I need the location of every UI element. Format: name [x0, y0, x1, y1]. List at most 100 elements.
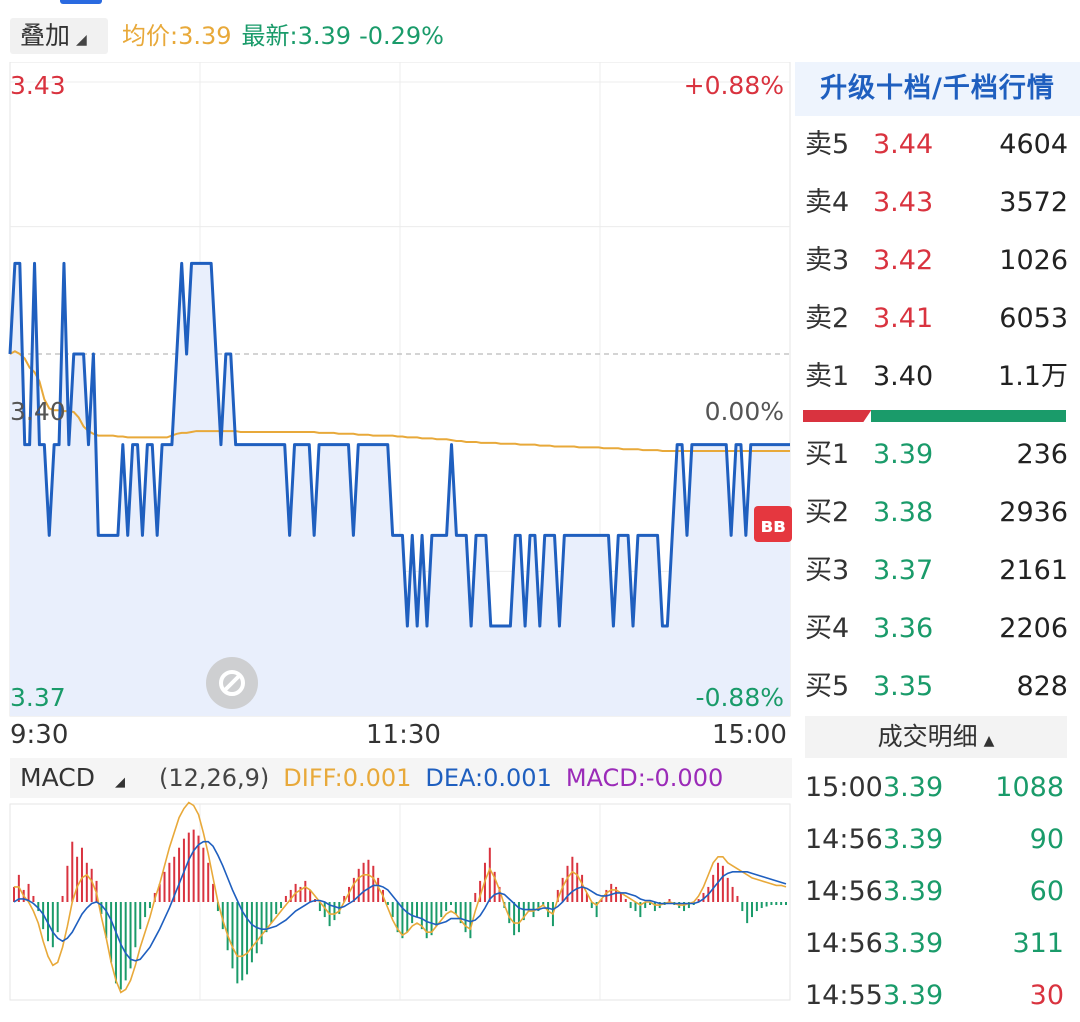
level-label: 买5: [805, 671, 850, 702]
trade-row: 14:55 3.39 30: [795, 970, 1080, 1022]
level-price: 3.44: [873, 129, 934, 160]
ask-level-row[interactable]: 卖4 3.43 3572: [795, 174, 1080, 232]
macd-selector[interactable]: MACD ◢: [10, 763, 145, 792]
macd-grid: [9, 803, 791, 1001]
reset-zoom-icon[interactable]: [206, 657, 258, 709]
level-label: 卖4: [805, 187, 850, 218]
level-price: 3.39: [873, 439, 934, 470]
bid-level-row[interactable]: 买1 3.39 236: [795, 426, 1080, 484]
time-tick-close: 15:00: [712, 720, 787, 750]
level-label: 买4: [805, 613, 850, 644]
ask-level-row[interactable]: 卖2 3.41 6053: [795, 290, 1080, 348]
dropdown-triangle-icon: ◢: [76, 32, 87, 48]
level-label: 卖1: [805, 361, 850, 392]
level-price: 3.40: [873, 361, 934, 392]
active-tab-indicator: [60, 0, 102, 4]
diff-value: DIFF:0.001: [283, 764, 412, 792]
bid-level-row[interactable]: 买4 3.36 2206: [795, 600, 1080, 658]
trade-list: 15:00 3.39 1088 14:56 3.39 90 14:56 3.39 60 14:56…: [795, 762, 1080, 1022]
bid-level-row[interactable]: 买3 3.37 2161: [795, 542, 1080, 600]
change-pct-text: -0.29%: [359, 22, 444, 50]
buy-sell-marker-icon[interactable]: ʙʙ: [754, 506, 792, 542]
dropdown-triangle-icon: ◢: [114, 775, 125, 790]
trade-time: 14:55: [805, 980, 883, 1011]
svg-text:ʙʙ: ʙʙ: [760, 513, 785, 537]
level-price: 3.37: [873, 555, 934, 586]
level-volume: 1026: [999, 245, 1068, 276]
avg-price-text: 均价:3.39: [122, 22, 232, 50]
ask-level-row[interactable]: 卖3 3.42 1026: [795, 232, 1080, 290]
level-label: 卖2: [805, 303, 850, 334]
ask-level-row[interactable]: 卖1 3.40 1.1万: [795, 348, 1080, 406]
level-label: 买2: [805, 497, 850, 528]
trade-time: 14:56: [805, 824, 883, 855]
trade-volume: 60: [1029, 876, 1064, 907]
level-label: 买1: [805, 439, 850, 470]
sell-ratio-fill: [871, 410, 1066, 422]
trade-time: 14:56: [805, 928, 883, 959]
level-volume: 828: [1016, 671, 1068, 702]
ask-level-row[interactable]: 卖5 3.44 4604: [795, 116, 1080, 174]
pct-label-low: -0.88%: [696, 683, 784, 712]
ask-levels: 卖5 3.44 4604 卖4 3.43 3572 卖3 3.42 1026 卖2 3.41 6053…: [795, 116, 1080, 406]
level-label: 买3: [805, 555, 850, 586]
y-label-low: 3.37: [10, 683, 66, 712]
macd-indicator-bar[interactable]: MACD ◢ (12,26,9) DIFF:0.001 DEA:0.001 MACD:-0…: [10, 758, 792, 798]
trade-row: 14:56 3.39 90: [795, 814, 1080, 866]
level-volume: 236: [1016, 439, 1068, 470]
y-label-high: 3.43: [10, 71, 66, 100]
macd-params: (12,26,9): [158, 764, 270, 792]
level-label: 卖5: [805, 129, 850, 160]
trade-volume: 90: [1029, 824, 1064, 855]
level-price: 3.43: [873, 187, 934, 218]
y-label-mid: 3.40: [10, 397, 66, 426]
time-axis: 9:30 11:30 15:00: [0, 718, 790, 754]
time-tick-open: 9:30: [10, 720, 69, 750]
trade-details-label: 成交明细: [877, 722, 978, 751]
level-price: 3.38: [873, 497, 934, 528]
pct-label-mid: 0.00%: [705, 397, 784, 426]
macd-chart[interactable]: [0, 800, 792, 1003]
macd-value: MACD:-0.000: [565, 764, 724, 792]
trade-details-header[interactable]: 成交明细 ▲: [805, 716, 1067, 758]
trade-price: 3.39: [883, 928, 944, 959]
time-tick-midday: 11:30: [366, 720, 441, 750]
level-volume: 3572: [999, 187, 1068, 218]
overlay-button[interactable]: 叠加 ◢: [10, 18, 108, 54]
bid-level-row[interactable]: 买2 3.38 2936: [795, 484, 1080, 542]
level-volume: 4604: [999, 129, 1068, 160]
trade-time: 14:56: [805, 876, 883, 907]
dea-value: DEA:0.001: [425, 764, 552, 792]
level-volume: 2206: [999, 613, 1068, 644]
level-label: 卖3: [805, 245, 850, 276]
bid-level-row[interactable]: 买5 3.35 828: [795, 658, 1080, 716]
overlay-label: 叠加: [20, 21, 71, 50]
trade-row: 15:00 3.39 1088: [795, 762, 1080, 814]
upgrade-levels-button[interactable]: 升级十档/千档行情: [795, 62, 1080, 116]
pct-label-high: +0.88%: [684, 71, 784, 100]
trade-price: 3.39: [883, 772, 944, 803]
trade-row: 14:56 3.39 60: [795, 866, 1080, 918]
order-book-panel: 升级十档/千档行情 卖5 3.44 4604 卖4 3.43 3572 卖3 3.42 1026…: [795, 62, 1080, 716]
trade-price: 3.39: [883, 876, 944, 907]
level-volume: 1.1万: [998, 361, 1068, 392]
trade-row: 14:56 3.39 311: [795, 918, 1080, 970]
level-price: 3.42: [873, 245, 934, 276]
level-price: 3.41: [873, 303, 934, 334]
level-volume: 2936: [999, 497, 1068, 528]
level-price: 3.36: [873, 613, 934, 644]
level-price: 3.35: [873, 671, 934, 702]
collapse-triangle-icon: ▲: [983, 733, 995, 749]
latest-price-text: 最新:3.39: [241, 22, 352, 50]
level-volume: 6053: [999, 303, 1068, 334]
trade-volume: 311: [1012, 928, 1064, 959]
trade-time: 15:00: [805, 772, 883, 803]
trade-volume: 30: [1029, 980, 1064, 1011]
trade-price: 3.39: [883, 824, 944, 855]
intraday-chart[interactable]: 3.43 3.40 3.37 +0.88% 0.00% -0.88% ʙʙ: [0, 62, 792, 718]
trade-price: 3.39: [883, 980, 944, 1011]
buy-sell-ratio-bar: [803, 410, 1066, 422]
price-summary: 均价:3.39 最新:3.39 -0.29%: [122, 18, 454, 54]
bid-levels: 买1 3.39 236 买2 3.38 2936 买3 3.37 2161 买4 3.36 2206 买…: [795, 426, 1080, 716]
trade-volume: 1088: [995, 772, 1064, 803]
